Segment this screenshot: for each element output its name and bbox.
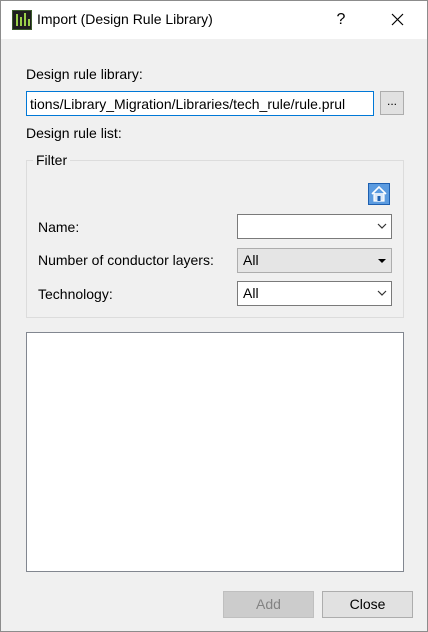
technology-filter-value: All: [243, 285, 259, 301]
add-button[interactable]: Add: [223, 591, 314, 618]
library-path-field[interactable]: [26, 91, 374, 116]
import-dialog: Import (Design Rule Library) ? Design ru…: [0, 0, 428, 632]
close-icon: [391, 13, 404, 26]
title-bar: Import (Design Rule Library) ?: [1, 1, 427, 39]
home-button[interactable]: [368, 183, 390, 205]
layers-filter-label: Number of conductor layers:: [38, 252, 214, 268]
close-button[interactable]: Close: [322, 591, 413, 618]
technology-filter-combo[interactable]: All: [237, 281, 392, 306]
window-title: Import (Design Rule Library): [37, 11, 213, 27]
close-window-button[interactable]: [381, 5, 415, 35]
chevron-down-icon: [377, 223, 387, 229]
filter-group-title: Filter: [33, 152, 71, 168]
home-icon: [371, 185, 387, 202]
technology-filter-label: Technology:: [38, 286, 113, 302]
design-rule-list[interactable]: [26, 332, 404, 572]
library-label: Design rule library:: [26, 66, 143, 82]
rule-list-label: Design rule list:: [26, 125, 122, 141]
help-button[interactable]: ?: [326, 5, 356, 35]
layers-filter-combo[interactable]: All: [237, 248, 392, 273]
library-path-input[interactable]: [27, 92, 373, 115]
app-icon: [12, 10, 32, 30]
dropdown-arrow-icon: [378, 259, 386, 263]
name-filter-label: Name:: [38, 219, 80, 235]
browse-button[interactable]: ...: [380, 91, 404, 115]
chevron-down-icon: [377, 290, 387, 296]
layers-filter-value: All: [243, 252, 259, 268]
name-filter-combo[interactable]: [237, 214, 392, 239]
